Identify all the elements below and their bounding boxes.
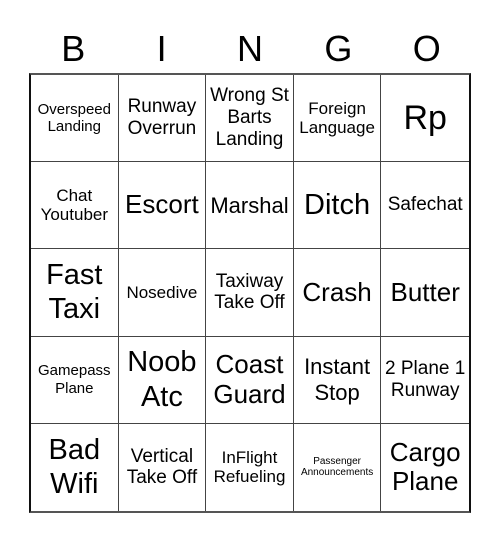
bingo-cell[interactable]: Overspeed Landing	[31, 75, 119, 163]
bingo-cell[interactable]: 2 Plane 1 Runway	[381, 337, 469, 424]
bingo-cell[interactable]: Noob Atc	[118, 336, 207, 424]
bingo-cell[interactable]: Cargo Plane	[381, 424, 469, 511]
bingo-cell[interactable]: Vertical Take Off	[119, 423, 207, 511]
bingo-cell[interactable]: Foreign Language	[293, 75, 382, 163]
bingo-cell[interactable]: Taxiway Take Off	[206, 249, 294, 337]
header-letter-g: G	[324, 28, 353, 69]
bingo-cell[interactable]: Coast Guard	[206, 336, 294, 424]
bingo-header: B I N G O	[29, 24, 471, 74]
bingo-cell[interactable]: Marshal	[206, 162, 294, 250]
bingo-cell[interactable]: Gamepass Plane	[31, 336, 119, 424]
bingo-cell[interactable]: Bad Wifi	[31, 423, 119, 511]
bingo-grid: Overspeed Landing Runway Overrun Wrong S…	[29, 73, 471, 513]
bingo-cell[interactable]: Fast Taxi	[31, 249, 119, 337]
bingo-cell[interactable]: Safechat	[381, 162, 469, 250]
header-letter-b: B	[61, 28, 86, 69]
bingo-cell[interactable]: Runway Overrun	[118, 75, 207, 163]
bingo-cell[interactable]: Nosedive	[118, 249, 207, 337]
bingo-cell[interactable]: Wrong St Barts Landing	[206, 75, 294, 163]
bingo-cell[interactable]: Escort	[118, 162, 207, 250]
bingo-cell[interactable]: Butter	[381, 249, 469, 337]
header-letter-n: N	[236, 28, 263, 69]
bingo-cell[interactable]: Ditch	[293, 162, 382, 250]
bingo-cell[interactable]: Rp	[381, 75, 469, 163]
bingo-cell[interactable]: Instant Stop	[293, 336, 382, 424]
bingo-cell[interactable]: Crash	[293, 249, 382, 337]
header-letter-o: O	[412, 28, 441, 69]
bingo-cell[interactable]: Passenger Announcements	[294, 423, 382, 511]
bingo-cell[interactable]: Chat Youtuber	[31, 162, 119, 250]
bingo-cell[interactable]: InFlight Refueling	[206, 423, 294, 511]
header-letter-i: I	[156, 28, 167, 69]
